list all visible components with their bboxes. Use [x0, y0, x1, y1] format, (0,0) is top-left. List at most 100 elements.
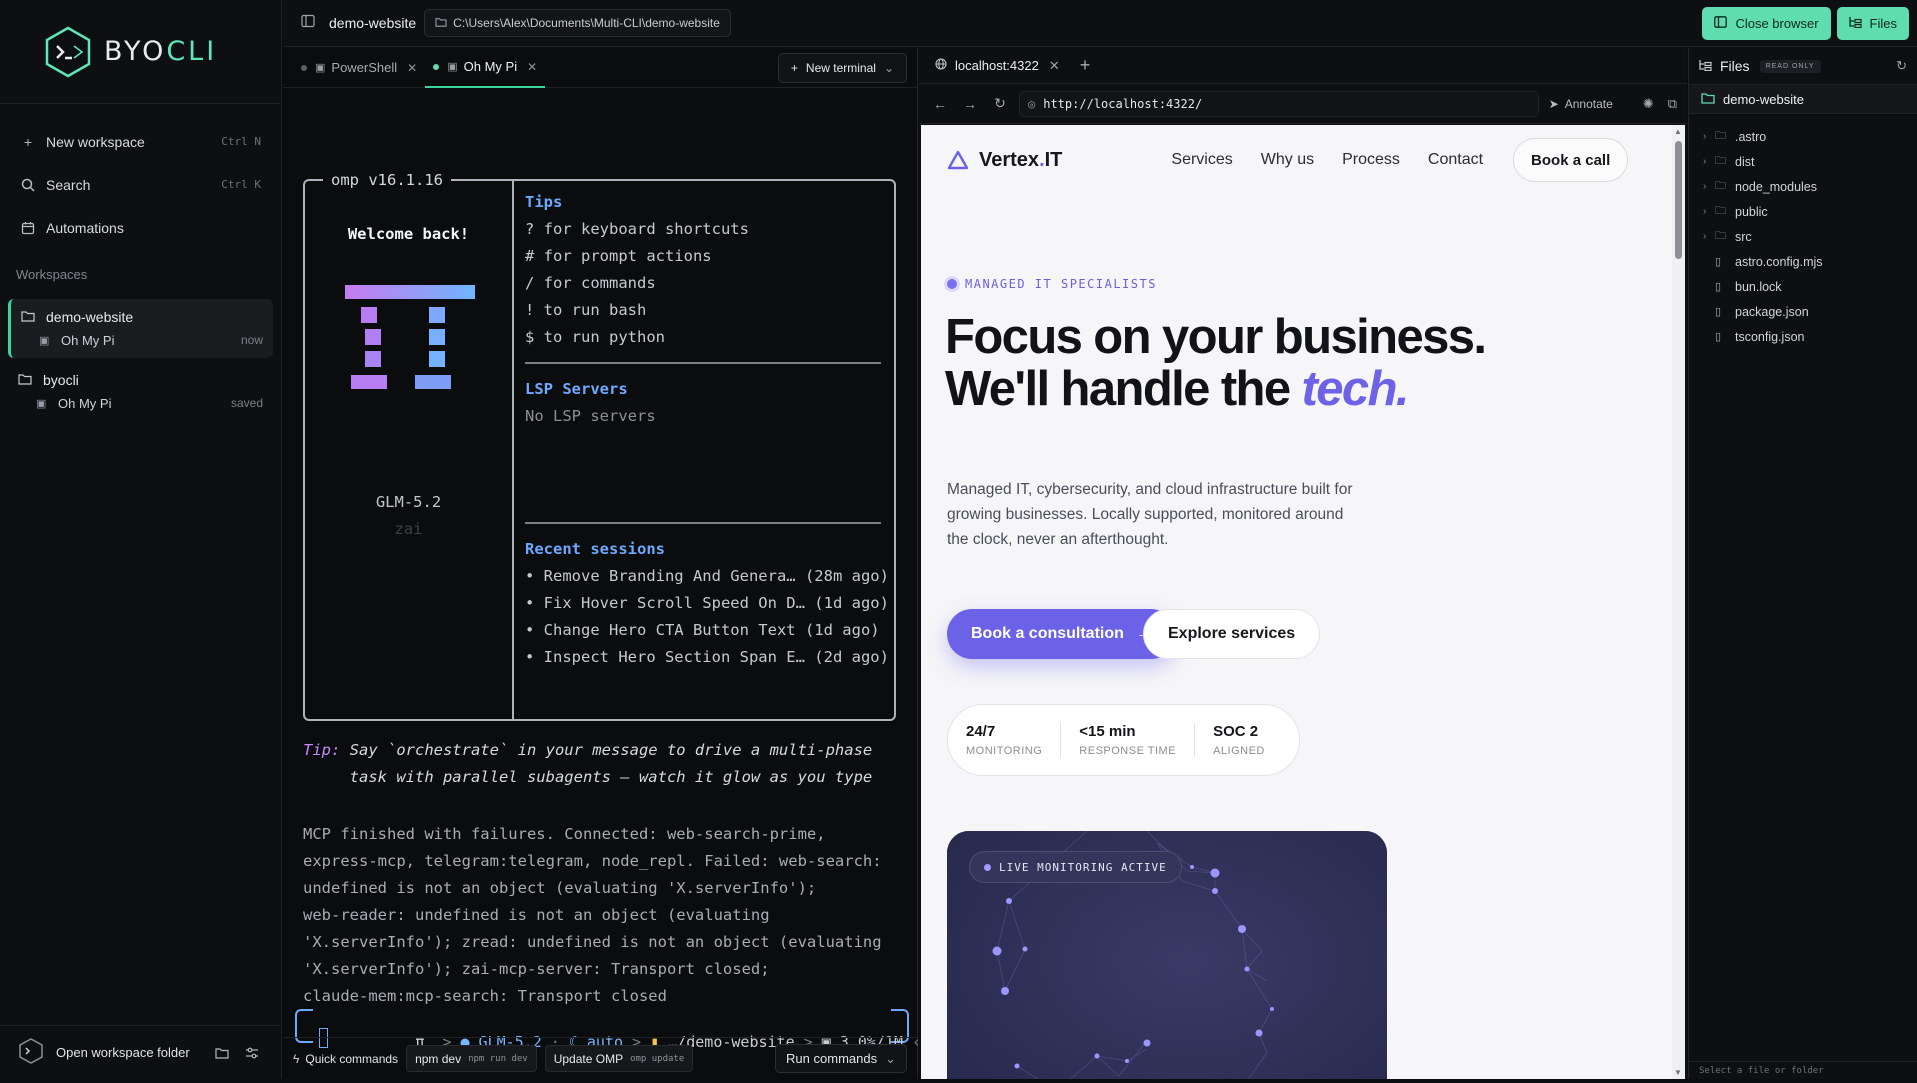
add-tab-icon[interactable]: +	[1080, 55, 1091, 76]
annotate-button[interactable]: ➤ Annotate	[1549, 97, 1613, 111]
headline-line-1: Focus on your business.	[945, 310, 1487, 364]
reload-icon[interactable]: ↻	[989, 95, 1011, 112]
folder-icon: 🗀	[1715, 205, 1726, 217]
stat-item: SOC 2 ALIGNED	[1194, 723, 1283, 757]
settings-sliders-icon[interactable]	[241, 1042, 263, 1064]
back-arrow-icon[interactable]: ←	[929, 96, 951, 112]
tree-file[interactable]: ▯ bun.lock	[1689, 274, 1917, 299]
scroll-up-icon[interactable]: ▲	[1674, 127, 1682, 136]
new-workspace-button[interactable]: + New workspace Ctrl N	[0, 120, 281, 163]
file-name: astro.config.mjs	[1735, 254, 1823, 269]
terminal-output[interactable]: omp v16.1.16 Welcome back! GLM-5.2 zai T…	[283, 89, 921, 1051]
tip-message: Tip: Say `orchestrate` in your message t…	[303, 737, 872, 791]
recent-session-item: • Remove Branding And Genera… (28m ago)	[525, 567, 889, 585]
lsp-status: No LSP servers	[525, 407, 656, 425]
app-window: BYOCLI + New workspace Ctrl N Search Ctr…	[0, 0, 1917, 1079]
top-actions: Close browser Files	[1702, 7, 1909, 40]
browser-tab-localhost[interactable]: localhost:4322 ✕	[929, 48, 1066, 84]
terminal-icon: ▣	[39, 334, 50, 347]
folder-icon: 🗀	[1715, 155, 1726, 167]
terminal-icon: ▣	[447, 61, 458, 73]
refresh-icon[interactable]: ↻	[1896, 58, 1907, 74]
workspaces-heading: Workspaces	[16, 267, 88, 282]
project-name: demo-website	[329, 15, 417, 31]
close-browser-button[interactable]: Close browser	[1702, 7, 1831, 40]
section-divider	[525, 362, 881, 364]
site-logo[interactable]: Vertex. IT	[947, 149, 1062, 172]
book-consultation-button[interactable]: Book a consultation →	[947, 609, 1176, 659]
url-bar[interactable]: ◎ http://localhost:4322/	[1019, 90, 1539, 117]
tab-oh-my-pi[interactable]: ▣ Oh My Pi ✕	[425, 48, 546, 88]
quick-command-npm-dev[interactable]: npm dev npm run dev	[406, 1045, 537, 1072]
book-call-button[interactable]: Book a call	[1513, 138, 1629, 182]
chevron-down-icon: ⌄	[883, 61, 894, 75]
tree-folder[interactable]: › 🗀 .astro	[1689, 124, 1917, 149]
tree-file[interactable]: ▯ tsconfig.json	[1689, 324, 1917, 349]
open-workspace-folder-button[interactable]: Open workspace folder	[56, 1045, 203, 1060]
workspace-item-byocli[interactable]: byocli ▣ Oh My Pi saved	[8, 362, 273, 421]
file-name: package.json	[1735, 304, 1809, 319]
automations-button[interactable]: Automations	[0, 206, 281, 249]
model-name: GLM-5.2	[375, 493, 442, 511]
stat-label: RESPONSE TIME	[1079, 745, 1177, 757]
files-root-folder[interactable]: demo-website	[1689, 84, 1917, 114]
scrollbar-thumb[interactable]	[1675, 141, 1682, 259]
live-monitoring-badge: LIVE MONITORING ACTIVE	[969, 851, 1182, 883]
close-tab-icon[interactable]: ✕	[1049, 58, 1060, 74]
pi-logo-icon	[345, 285, 475, 389]
tree-folder[interactable]: › 🗀 node_modules	[1689, 174, 1917, 199]
site-info-icon: ◎	[1028, 96, 1036, 111]
chevron-right-icon: ›	[1703, 156, 1707, 167]
tree-folder[interactable]: › 🗀 src	[1689, 224, 1917, 249]
tree-file[interactable]: ▯ astro.config.mjs	[1689, 249, 1917, 274]
forward-arrow-icon[interactable]: →	[959, 96, 981, 112]
toggle-sidebar-icon[interactable]	[301, 14, 315, 33]
nav-link-process[interactable]: Process	[1342, 151, 1400, 169]
files-status: Select a file or folder	[1689, 1061, 1917, 1079]
search-button[interactable]: Search Ctrl K	[0, 163, 281, 206]
files-panel: Files READ ONLY ↻ demo-website › 🗀 .astro …	[1688, 48, 1917, 1079]
folder-icon	[21, 309, 37, 325]
workspace-session[interactable]: ▣ Oh My Pi now	[21, 330, 263, 350]
workspace-item-demo-website[interactable]: demo-website ▣ Oh My Pi now	[8, 299, 273, 358]
workspace-session[interactable]: ▣ Oh My Pi saved	[18, 393, 263, 413]
close-tab-icon[interactable]: ✕	[407, 61, 417, 75]
files-header: Files READ ONLY ↻	[1689, 48, 1917, 84]
nav-link-contact[interactable]: Contact	[1428, 151, 1483, 169]
scroll-down-icon[interactable]: ▼	[1674, 1068, 1682, 1077]
run-commands-button[interactable]: Run commands ⌄	[775, 1044, 907, 1073]
byocli-logo-icon	[45, 26, 91, 77]
new-terminal-label: New terminal	[805, 61, 876, 75]
session-name: Oh My Pi	[58, 395, 112, 411]
root-folder-name: demo-website	[1723, 91, 1804, 107]
external-link-icon[interactable]: ⧉	[1668, 96, 1677, 112]
stat-item: 24/7 MONITORING	[964, 723, 1060, 757]
chip-command: omp update	[630, 1053, 685, 1064]
tree-file[interactable]: ▯ package.json	[1689, 299, 1917, 324]
files-toggle-button[interactable]: Files	[1836, 7, 1909, 40]
bug-icon[interactable]: ✺	[1643, 96, 1654, 112]
chip-label: npm dev	[415, 1051, 462, 1066]
folder-name: src	[1735, 229, 1752, 244]
folder-open-icon[interactable]	[211, 1042, 233, 1064]
folder-icon	[18, 372, 34, 388]
nav-link-why-us[interactable]: Why us	[1261, 151, 1314, 169]
tree-folder[interactable]: › 🗀 public	[1689, 199, 1917, 224]
explore-services-button[interactable]: Explore services	[1143, 609, 1321, 659]
close-browser-label: Close browser	[1735, 16, 1819, 31]
website-scrollbar[interactable]: ▲ ▼	[1672, 125, 1685, 1079]
close-tab-icon[interactable]: ✕	[527, 60, 537, 74]
terminal-tabs: ▣ PowerShell ✕ ▣ Oh My Pi ✕ + New termin…	[283, 48, 917, 88]
project-path[interactable]: C:\Users\Alex\Documents\Multi-CLI\demo-w…	[424, 9, 731, 37]
url-text: http://localhost:4322/	[1043, 96, 1203, 111]
new-terminal-button[interactable]: + New terminal ⌄	[777, 53, 907, 83]
tab-powershell[interactable]: ▣ PowerShell ✕	[293, 48, 425, 88]
stat-label: MONITORING	[966, 745, 1043, 757]
tab-status-dot	[301, 64, 307, 71]
files-label: Files	[1869, 16, 1897, 31]
tree-folder[interactable]: › 🗀 dist	[1689, 149, 1917, 174]
sidebar: BYOCLI + New workspace Ctrl N Search Ctr…	[0, 0, 282, 1079]
quick-command-update-omp[interactable]: Update OMP omp update	[544, 1045, 694, 1072]
nav-link-services[interactable]: Services	[1171, 151, 1232, 169]
eyebrow-dot-icon	[947, 279, 957, 289]
